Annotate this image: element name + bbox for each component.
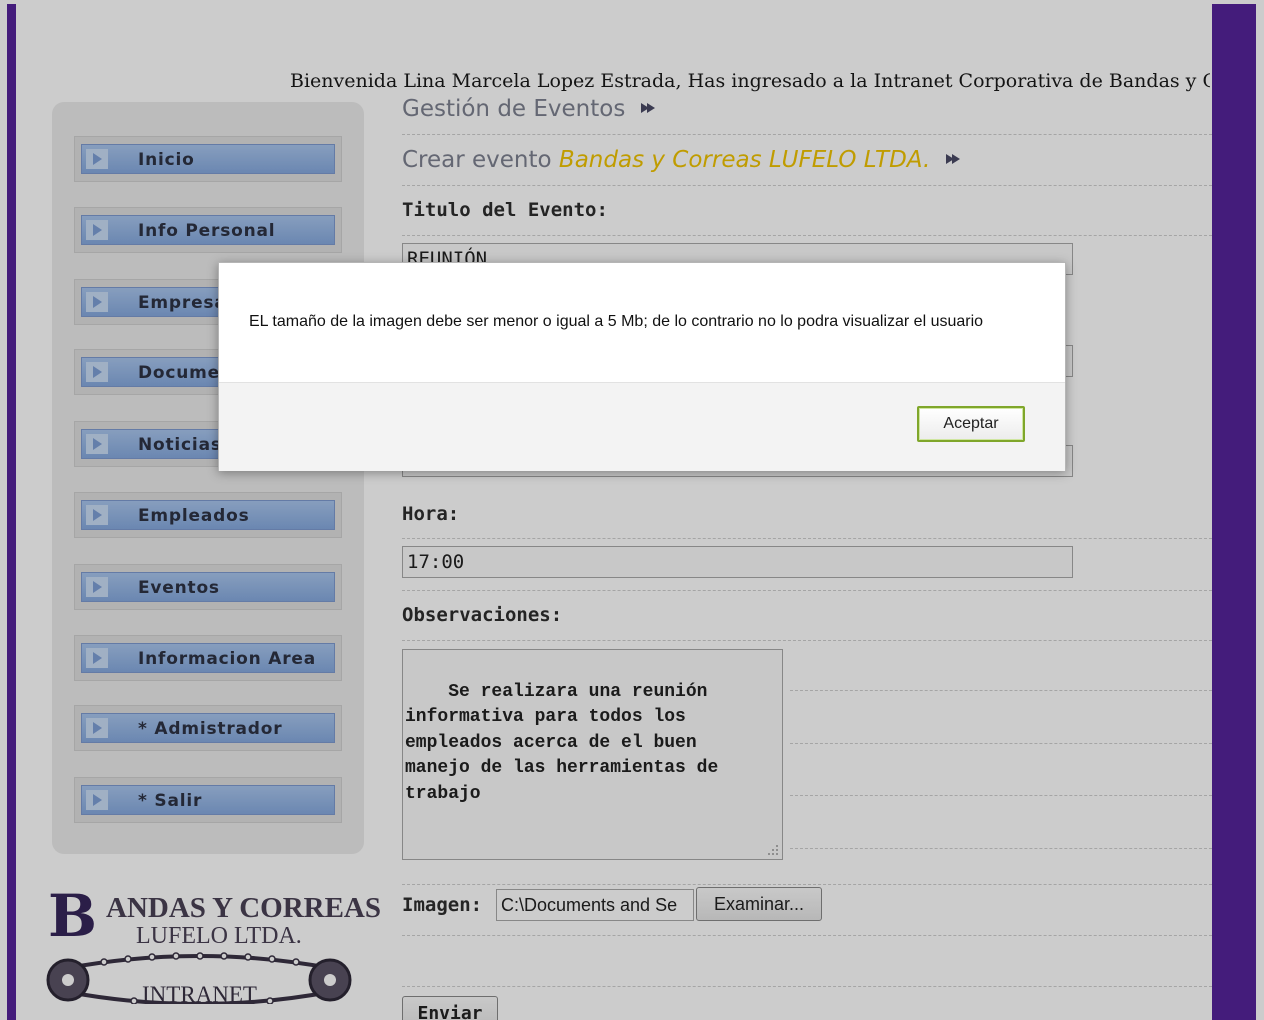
- dialog-footer: Aceptar: [219, 382, 1065, 471]
- dialog-message: EL tamaño de la imagen debe ser menor o …: [249, 313, 984, 330]
- accept-button[interactable]: Aceptar: [917, 406, 1025, 442]
- alert-dialog: EL tamaño de la imagen debe ser menor o …: [218, 262, 1066, 471]
- modal-overlay: [0, 0, 1264, 1020]
